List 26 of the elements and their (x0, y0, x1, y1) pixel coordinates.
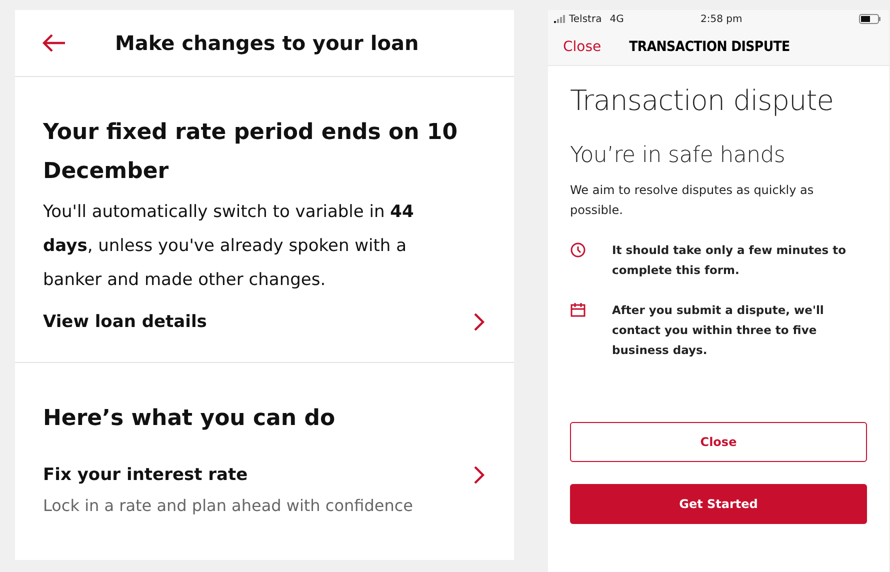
intro-text: We aim to resolve disputes as quickly as possible. (570, 182, 815, 219)
close-link[interactable]: Close (563, 38, 602, 54)
carrier-name: Telstra (569, 14, 602, 24)
network-type: 4G (610, 14, 624, 24)
signal-icon (554, 15, 566, 23)
nav-title: TRANSACTION DISPUTE (629, 38, 790, 54)
get-started-button[interactable]: Get Started (570, 484, 867, 524)
chevron-right-icon[interactable] (472, 464, 486, 486)
close-button[interactable]: Close (570, 422, 867, 462)
view-loan-details-link[interactable]: View loan details (43, 312, 207, 332)
back-arrow-icon[interactable] (41, 33, 67, 53)
page-subheading: You’re in safe hands (570, 143, 786, 168)
page-heading: Transaction dispute (570, 84, 834, 117)
calendar-icon (570, 302, 586, 318)
action-description: Lock in a rate and plan ahead with confidence (43, 496, 414, 515)
notice-title: Your fixed rate period ends on 10 December (43, 119, 459, 186)
chevron-right-icon[interactable] (472, 311, 486, 333)
info-text: After you submit a dispute, we'll contact you within three to five business days. (612, 302, 825, 359)
section-heading: Here’s what you can do (43, 405, 336, 433)
clock-time: 2:58 pm (700, 14, 742, 24)
screen-title: Make changes to your loan (115, 31, 419, 55)
notice-text: You'll automatically switch to variable in 44 days, unless you've already spoken with a banker and made other changes. (43, 201, 415, 292)
clock-icon (570, 242, 586, 258)
battery-icon (859, 14, 881, 24)
action-title[interactable]: Fix your interest rate (43, 465, 248, 485)
info-text: It should take only a few minutes to complete this form. (612, 242, 848, 279)
